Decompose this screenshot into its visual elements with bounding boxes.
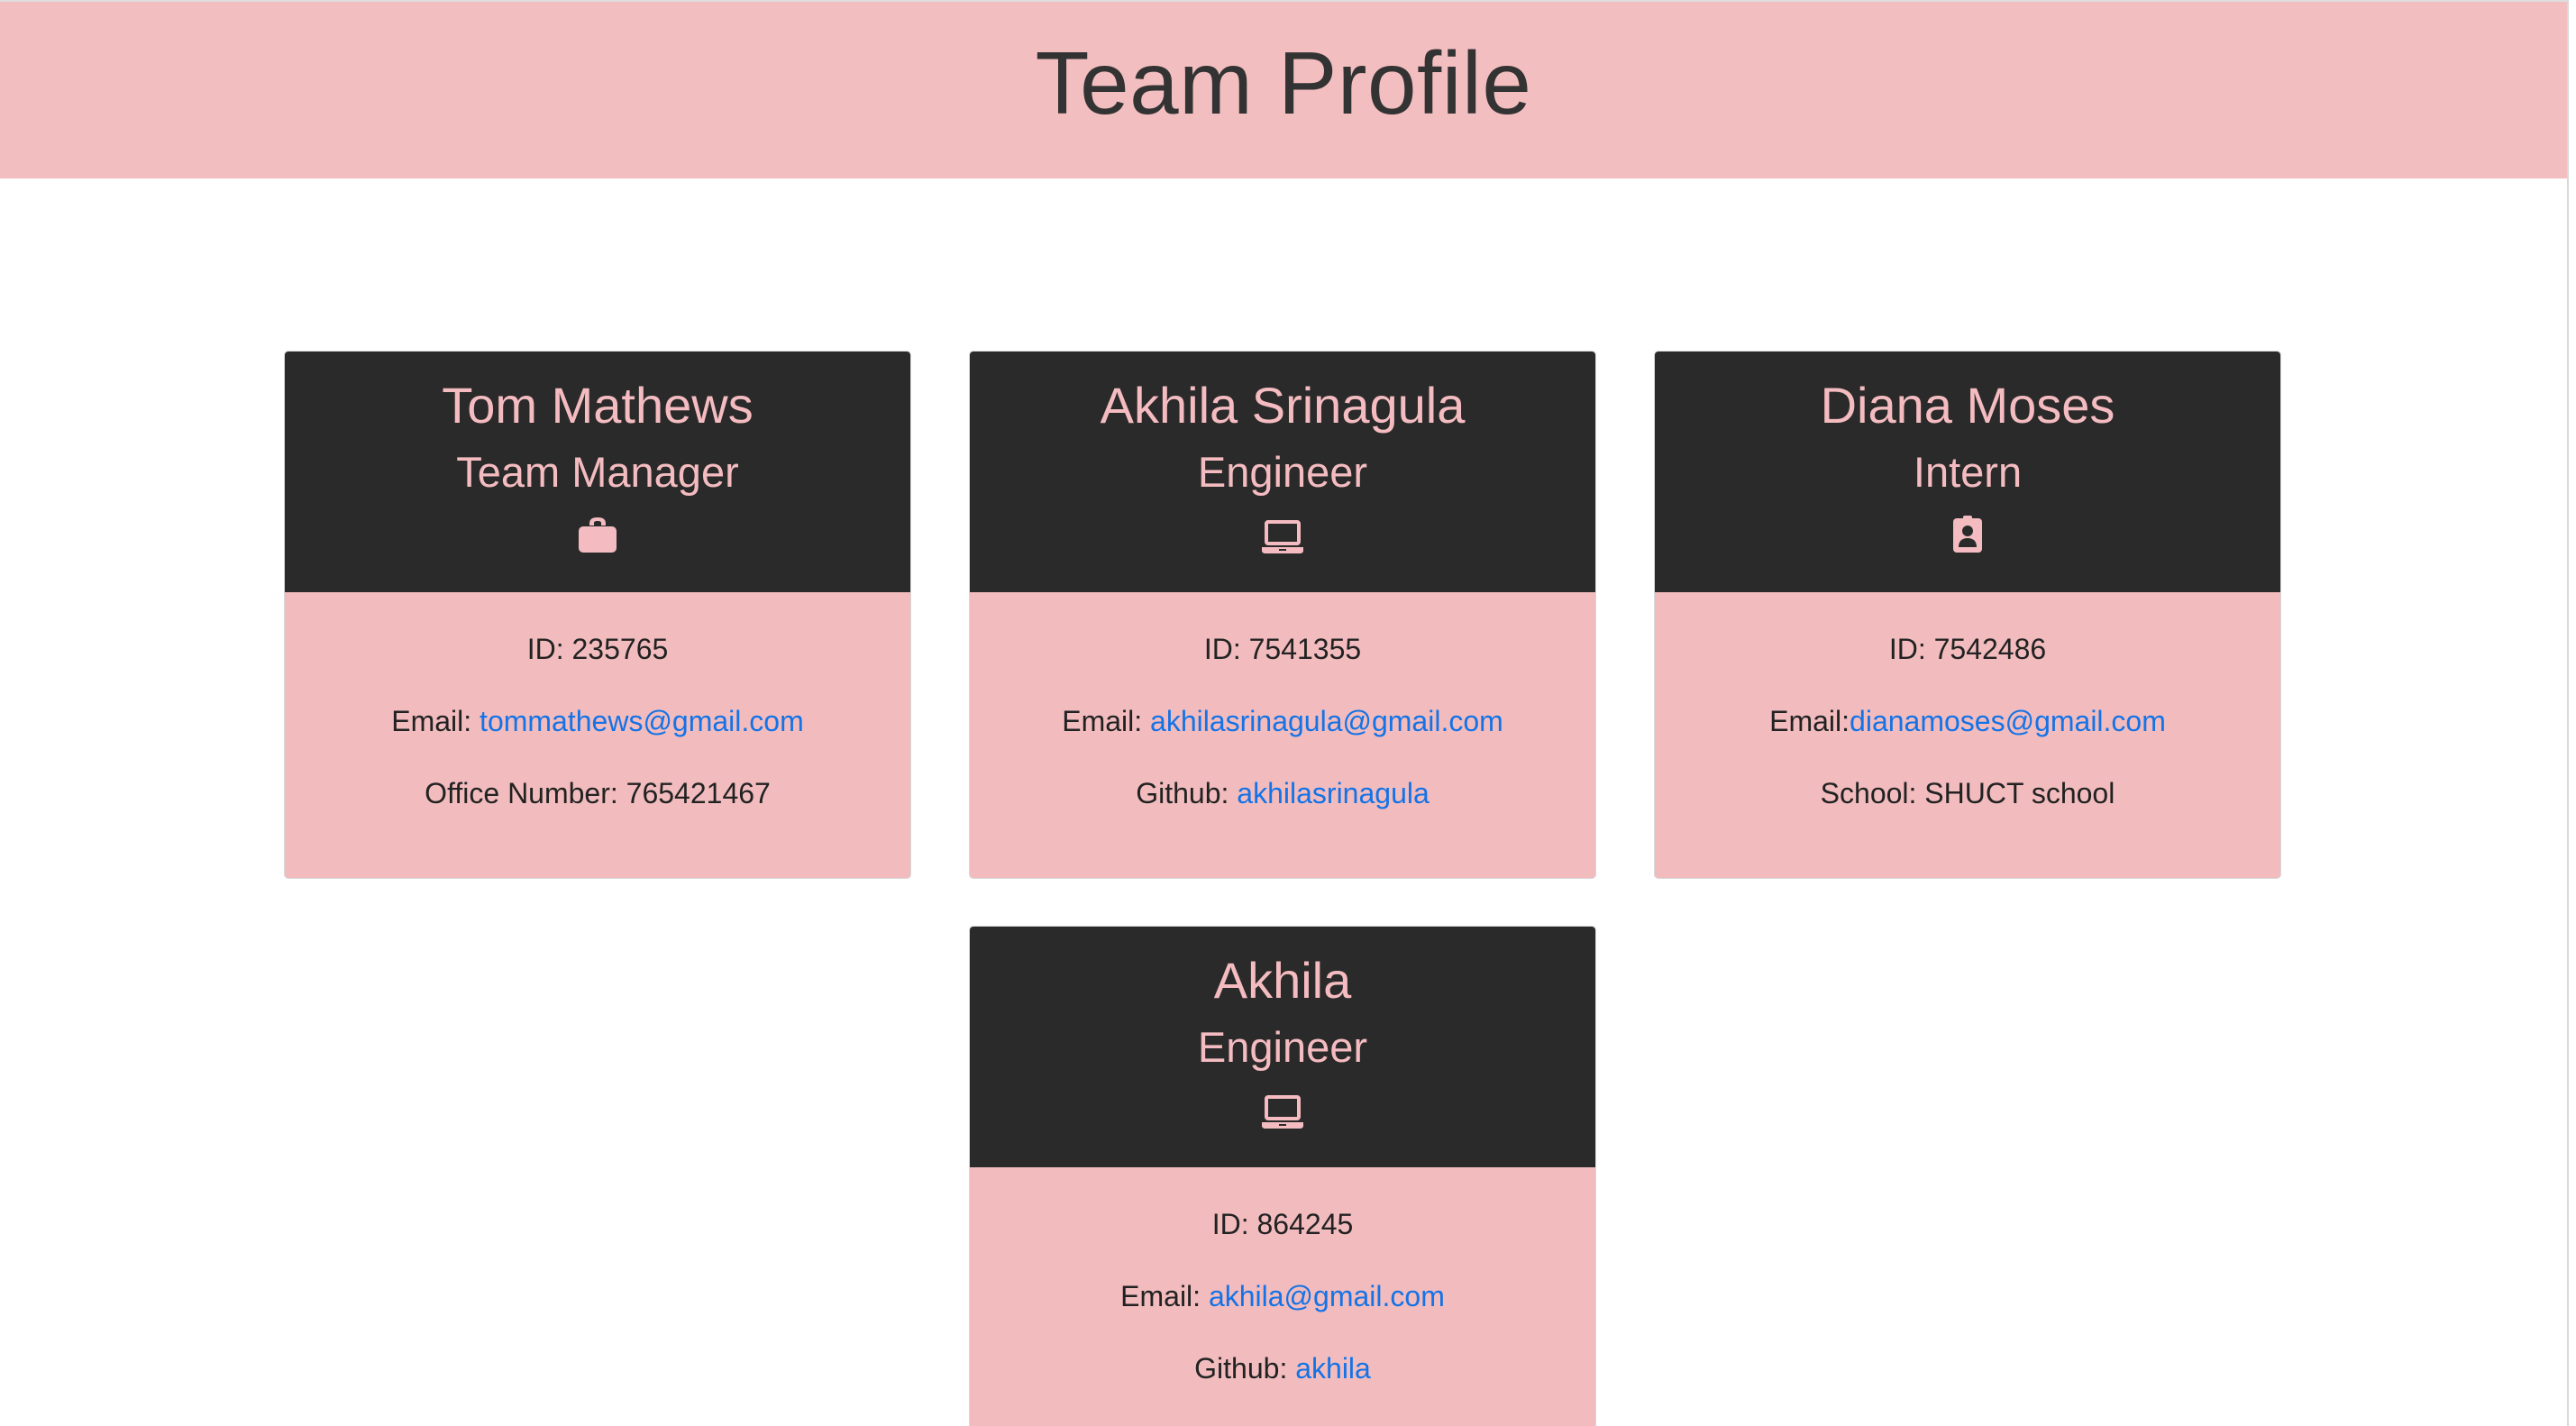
employee-email-link[interactable]: akhila@gmail.com xyxy=(1209,1280,1445,1312)
employee-role: Engineer xyxy=(1197,448,1368,496)
employee-card-engineer-1: Akhila Srinagula Engineer ID: 7541355 Em… xyxy=(969,351,1596,879)
briefcase-icon xyxy=(575,515,620,554)
employee-email-label: Email: xyxy=(391,705,480,737)
employee-email-link[interactable]: tommathews@gmail.com xyxy=(480,705,804,737)
employee-card-engineer-2: Akhila Engineer ID: 864245 Email: akhila… xyxy=(969,926,1596,1426)
card-header: Akhila Srinagula Engineer xyxy=(970,352,1595,592)
employee-id-line: ID: 235765 xyxy=(285,632,910,666)
team-profile-page: Team Profile Tom Mathews Team Manager ID… xyxy=(0,0,2576,1426)
employee-card-intern: Diana Moses Intern ID: 7542486 Email:dia… xyxy=(1654,351,2281,879)
employee-id-value: 235765 xyxy=(571,633,669,665)
employee-email-label: Email: xyxy=(1120,1280,1209,1312)
employee-email-line: Email:dianamoses@gmail.com xyxy=(1655,704,2280,738)
employee-id-label: ID: xyxy=(526,633,572,665)
employee-role: Intern xyxy=(1913,448,2023,496)
employee-id-line: ID: 7541355 xyxy=(970,632,1595,666)
employee-github-line: Github: akhila xyxy=(970,1351,1595,1385)
employee-email-link[interactable]: dianamoses@gmail.com xyxy=(1850,705,2166,737)
employee-id-line: ID: 864245 xyxy=(970,1207,1595,1241)
employee-school-label: School: xyxy=(1820,777,1925,809)
employee-office-line: Office Number: 765421467 xyxy=(285,776,910,810)
employee-role: Team Manager xyxy=(456,448,739,496)
employee-github-label: Github: xyxy=(1136,777,1238,809)
employee-email-line: Email: akhilasrinagula@gmail.com xyxy=(970,704,1595,738)
employee-name: Diana Moses xyxy=(1820,377,2115,434)
page-title: Team Profile xyxy=(1035,33,1532,133)
laptop-icon xyxy=(1260,515,1305,554)
page-edge-divider xyxy=(2567,0,2569,1426)
card-header: Tom Mathews Team Manager xyxy=(285,352,910,592)
employee-office-label: Office Number: xyxy=(425,777,626,809)
employee-name: Akhila xyxy=(1213,952,1352,1009)
employee-email-label: Email: xyxy=(1062,705,1151,737)
card-header: Diana Moses Intern xyxy=(1655,352,2280,592)
employee-name: Tom Mathews xyxy=(442,377,754,434)
employee-email-line: Email: akhila@gmail.com xyxy=(970,1279,1595,1313)
employee-email-line: Email: tommathews@gmail.com xyxy=(285,704,910,738)
employee-github-link[interactable]: akhila xyxy=(1295,1352,1371,1385)
employee-id-value: 7541355 xyxy=(1248,633,1362,665)
employee-email-link[interactable]: akhilasrinagula@gmail.com xyxy=(1150,705,1503,737)
employee-role: Engineer xyxy=(1197,1023,1368,1071)
laptop-icon xyxy=(1260,1090,1305,1129)
id-badge-icon xyxy=(1945,515,1990,554)
employee-id-label: ID: xyxy=(1888,633,1934,665)
employee-github-line: Github: akhilasrinagula xyxy=(970,776,1595,810)
employee-id-value: 7542486 xyxy=(1933,633,2047,665)
employee-id-label: ID: xyxy=(1203,633,1249,665)
employee-id-label: ID: xyxy=(1211,1208,1257,1240)
employee-email-label: Email: xyxy=(1769,705,1850,737)
card-header: Akhila Engineer xyxy=(970,927,1595,1167)
employee-id-line: ID: 7542486 xyxy=(1655,632,2280,666)
employee-github-link[interactable]: akhilasrinagula xyxy=(1237,777,1429,809)
page-banner: Team Profile xyxy=(0,0,2567,178)
employee-github-label: Github: xyxy=(1194,1352,1296,1385)
employee-name: Akhila Srinagula xyxy=(1100,377,1466,434)
employee-office-value: 765421467 xyxy=(626,777,771,809)
employee-school-line: School: SHUCT school xyxy=(1655,776,2280,810)
employee-id-value: 864245 xyxy=(1256,1208,1354,1240)
employee-card-manager: Tom Mathews Team Manager ID: 235765 Emai… xyxy=(284,351,911,879)
employee-school-value: SHUCT school xyxy=(1924,777,2115,809)
